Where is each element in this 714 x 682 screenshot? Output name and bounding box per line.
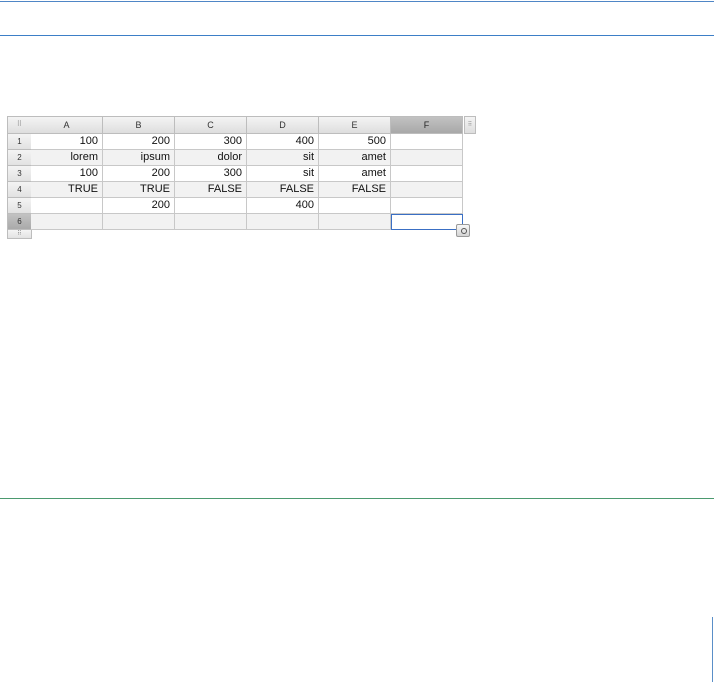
cell-d1[interactable]: 400 bbox=[247, 134, 319, 150]
cell-e3[interactable]: amet bbox=[319, 166, 391, 182]
section-rule-line bbox=[0, 498, 714, 499]
cell-f5[interactable] bbox=[391, 198, 463, 214]
cell-b5[interactable]: 200 bbox=[103, 198, 175, 214]
row-header-5[interactable]: 5 bbox=[7, 198, 32, 214]
cell-f3[interactable] bbox=[391, 166, 463, 182]
cell-f2[interactable] bbox=[391, 150, 463, 166]
column-header-d[interactable]: D bbox=[247, 116, 319, 134]
column-header-e[interactable]: E bbox=[319, 116, 391, 134]
cell-c1[interactable]: 300 bbox=[175, 134, 247, 150]
cell-f6[interactable] bbox=[391, 214, 463, 230]
cell-b3[interactable]: 200 bbox=[103, 166, 175, 182]
cell-f1[interactable] bbox=[391, 134, 463, 150]
cell-a4[interactable]: TRUE bbox=[31, 182, 103, 198]
cell-d2[interactable]: sit bbox=[247, 150, 319, 166]
row-header-2[interactable]: 2 bbox=[7, 150, 32, 166]
cell-c4[interactable]: FALSE bbox=[175, 182, 247, 198]
cell-d6[interactable] bbox=[247, 214, 319, 230]
cell-a3[interactable]: 100 bbox=[31, 166, 103, 182]
cell-a5[interactable] bbox=[31, 198, 103, 214]
cell-a6[interactable] bbox=[31, 214, 103, 230]
cell-a2[interactable]: lorem bbox=[31, 150, 103, 166]
cell-d3[interactable]: sit bbox=[247, 166, 319, 182]
column-header-b[interactable]: B bbox=[103, 116, 175, 134]
cell-b2[interactable]: ipsum bbox=[103, 150, 175, 166]
cell-b6[interactable] bbox=[103, 214, 175, 230]
column-header-c[interactable]: C bbox=[175, 116, 247, 134]
add-row-grip[interactable]: ⠿ bbox=[7, 230, 32, 239]
cell-e5[interactable] bbox=[319, 198, 391, 214]
cell-e6[interactable] bbox=[319, 214, 391, 230]
row-header-4[interactable]: 4 bbox=[7, 182, 32, 198]
column-header-f[interactable]: F bbox=[391, 116, 463, 134]
table-resize-handle[interactable] bbox=[456, 224, 470, 237]
row-header-3[interactable]: 3 bbox=[7, 166, 32, 182]
cell-a1[interactable]: 100 bbox=[31, 134, 103, 150]
row-header-1[interactable]: 1 bbox=[7, 134, 32, 150]
add-column-grip[interactable]: ⠿ bbox=[464, 116, 476, 134]
cell-b1[interactable]: 200 bbox=[103, 134, 175, 150]
cell-d4[interactable]: FALSE bbox=[247, 182, 319, 198]
cell-c2[interactable]: dolor bbox=[175, 150, 247, 166]
cell-c5[interactable] bbox=[175, 198, 247, 214]
top-rule-line bbox=[0, 1, 714, 2]
cell-e1[interactable]: 500 bbox=[319, 134, 391, 150]
header-rule-line bbox=[0, 35, 714, 36]
column-header-a[interactable]: A bbox=[31, 116, 103, 134]
cell-f4[interactable] bbox=[391, 182, 463, 198]
row-header-6[interactable]: 6 bbox=[7, 214, 32, 230]
cell-c3[interactable]: 300 bbox=[175, 166, 247, 182]
cell-e4[interactable]: FALSE bbox=[319, 182, 391, 198]
select-all-corner[interactable]: ⠿ bbox=[7, 116, 32, 134]
cell-e2[interactable]: amet bbox=[319, 150, 391, 166]
cell-c6[interactable] bbox=[175, 214, 247, 230]
cell-d5[interactable]: 400 bbox=[247, 198, 319, 214]
margin-rule-line bbox=[712, 617, 713, 682]
cell-b4[interactable]: TRUE bbox=[103, 182, 175, 198]
